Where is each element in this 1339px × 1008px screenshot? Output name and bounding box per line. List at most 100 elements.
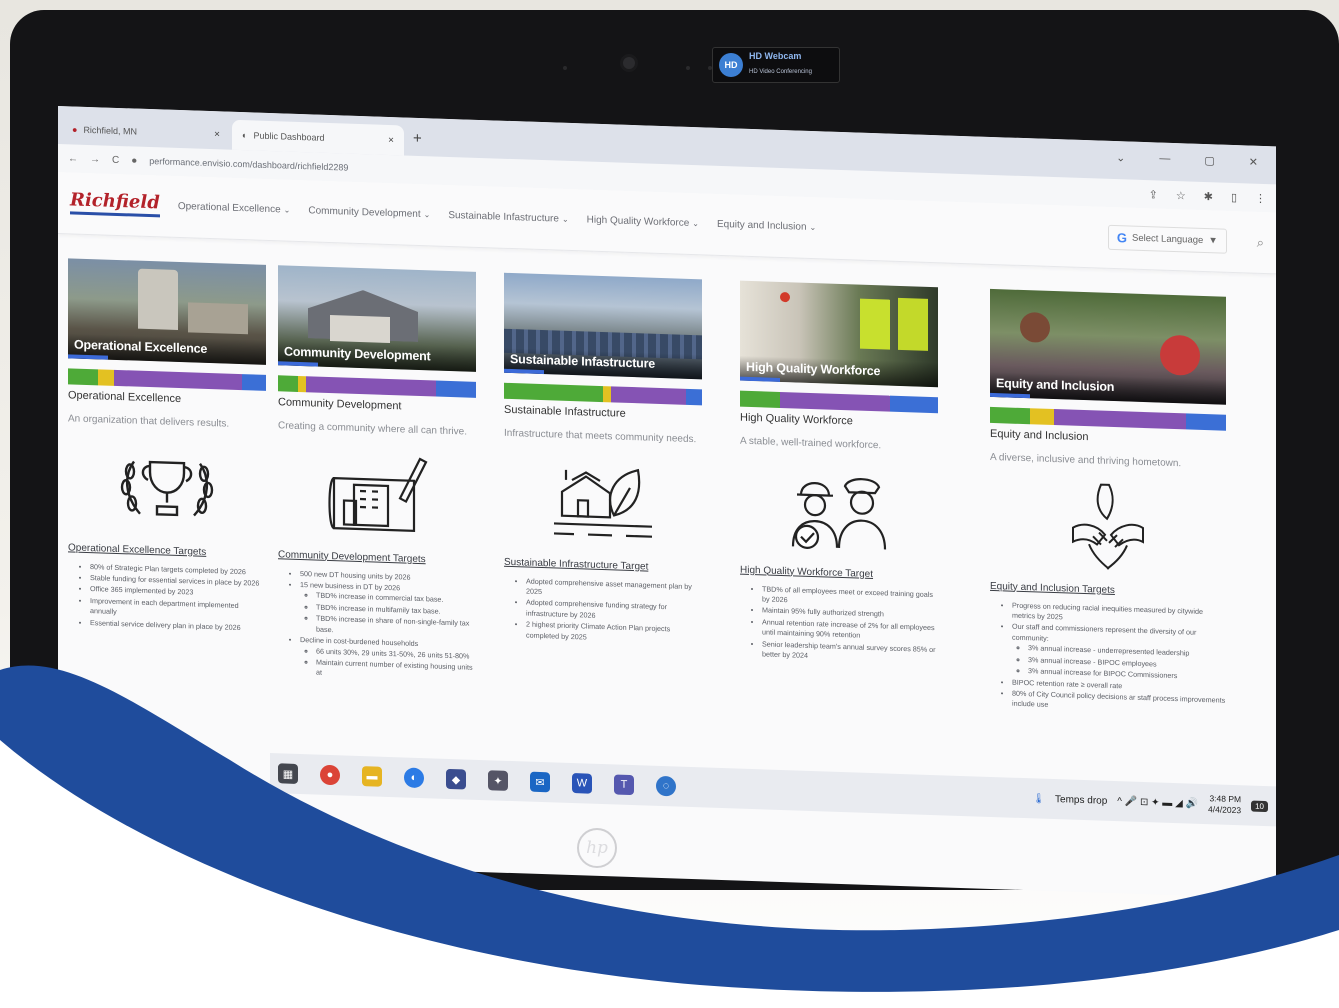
bar-segment-green <box>740 390 780 408</box>
nav-sustainable-infrastructure[interactable]: Sustainable Infastructure ⌄ <box>448 210 568 225</box>
card-photo[interactable]: Sustainable Infastructure <box>504 272 702 380</box>
new-tab-button[interactable]: + <box>413 130 422 147</box>
targets-list: 80% of Strategic Plan targets completed … <box>68 561 266 634</box>
file-explorer-icon[interactable]: ▬ <box>362 766 382 787</box>
task-view-icon[interactable]: ▦ <box>278 763 298 784</box>
chevron-down-icon: ⌄ <box>283 205 291 215</box>
tab-public-dashboard[interactable]: ◐ Public Dashboard × <box>232 119 404 156</box>
nav-community-development[interactable]: Community Development ⌄ <box>308 205 430 220</box>
share-icon[interactable]: ⇪ <box>1149 188 1158 201</box>
targets-heading[interactable]: High Quality Workforce Target <box>740 564 938 582</box>
progress-bar <box>68 368 266 391</box>
search-icon[interactable]: ⌕ <box>1257 234 1264 250</box>
minimize-button[interactable]: — <box>1159 153 1170 166</box>
photo-caption: Community Development <box>278 340 476 372</box>
system-tray[interactable]: ^ 🎤 ⊡ ✦ ▬ ◢ 🔊 <box>1117 796 1198 810</box>
card-sustainable-infrastructure[interactable]: Sustainable Infastructure Sustainable In… <box>504 272 702 648</box>
lock-icon: ● <box>131 154 138 167</box>
house-leaf-icon <box>554 468 652 538</box>
bar-segment-purple <box>305 376 437 397</box>
card-photo[interactable]: High Quality Workforce <box>740 280 938 388</box>
edge-icon[interactable]: ◐ <box>404 767 424 789</box>
card-title: High Quality Workforce <box>740 411 853 428</box>
caret-down-icon: ▼ <box>1208 235 1218 247</box>
menu-icon[interactable]: ⋮ <box>1255 191 1266 204</box>
app-icon[interactable]: ✦ <box>488 770 508 791</box>
target-item: Senior leadership team's annual survey s… <box>762 639 938 666</box>
progress-bar <box>990 406 1226 431</box>
store-icon[interactable]: ◆ <box>446 768 466 790</box>
bar-segment-yellow <box>1030 408 1054 426</box>
weather-text[interactable]: Temps drop <box>1055 794 1107 807</box>
bar-segment-green <box>990 406 1031 425</box>
card-description: An organization that delivers results. <box>68 413 230 430</box>
card-equity-inclusion[interactable]: Equity and Inclusion Equity and Inclusio… <box>990 288 1226 718</box>
bar-segment-yellow <box>603 386 611 403</box>
window-controls: ⌄ — ▢ ✕ <box>1116 151 1258 169</box>
bar-segment-green <box>68 368 98 386</box>
tab-close-icon[interactable]: × <box>388 134 394 145</box>
targets-heading[interactable]: Sustainable Infrastructure Target <box>504 556 702 574</box>
progress-bar <box>504 382 702 406</box>
nav-high-quality-workforce[interactable]: High Quality Workforce ⌄ <box>587 215 699 230</box>
google-icon: G <box>1116 230 1127 246</box>
clock-date: 4/4/2023 <box>1208 804 1242 816</box>
tab-close-icon[interactable]: × <box>214 129 220 140</box>
targets-heading[interactable]: Operational Excellence Targets <box>68 542 266 560</box>
card-title: Community Development <box>278 396 402 413</box>
chat-icon[interactable]: ◌ <box>656 775 676 797</box>
target-subitem: Maintain current number of existing hous… <box>316 658 476 684</box>
card-community-development[interactable]: Community Development Community Developm… <box>278 265 476 684</box>
card-description: Infrastructure that meets community need… <box>504 427 697 446</box>
target-item: Our staff and commissioners represent th… <box>1012 622 1226 683</box>
reload-button[interactable]: C <box>112 154 119 165</box>
url-field[interactable]: performance.envisio.com/dashboard/richfi… <box>149 156 348 173</box>
tab-search-button[interactable]: ⌄ <box>1116 151 1125 164</box>
targets-list: 500 new DT housing units by 202615 new b… <box>278 568 476 684</box>
tab-favicon-icon: ◐ <box>242 130 248 141</box>
teams-icon[interactable]: T <box>614 774 634 796</box>
language-label: Select Language <box>1132 232 1204 246</box>
thermometer-icon: 🌡 <box>1032 792 1046 805</box>
webcam-sticker: HD HD Webcam HD Video Conferencing <box>712 47 840 83</box>
richfield-logo[interactable]: Richfield <box>70 189 160 218</box>
bar-segment-purple <box>610 386 687 405</box>
nav-operational-excellence[interactable]: Operational Excellence ⌄ <box>178 201 291 216</box>
maximize-button[interactable]: ▢ <box>1204 154 1214 167</box>
back-button[interactable]: ← <box>68 153 78 164</box>
bar-segment-blue <box>890 395 938 414</box>
card-description: A stable, well-trained workforce. <box>740 435 882 452</box>
outlook-icon[interactable]: ✉ <box>530 771 550 793</box>
clock[interactable]: 3:48 PM 4/4/2023 <box>1208 793 1241 816</box>
workers-check-icon <box>791 478 887 550</box>
targets-heading[interactable]: Equity and Inclusion Targets <box>990 580 1226 599</box>
extensions-icon[interactable]: ✱ <box>1204 190 1213 203</box>
bookmark-star-icon[interactable]: ☆ <box>1176 189 1186 202</box>
bar-segment-blue <box>1185 413 1226 431</box>
card-high-quality-workforce[interactable]: High Quality Workforce High Quality Work… <box>740 280 938 667</box>
webex-icon[interactable]: W <box>572 773 592 794</box>
side-panel-icon[interactable]: ▯ <box>1231 190 1237 203</box>
card-photo[interactable]: Equity and Inclusion <box>990 288 1226 405</box>
target-item: Decline in cost-burdened households66 un… <box>300 635 476 684</box>
nav-equity-inclusion[interactable]: Equity and Inclusion ⌄ <box>717 219 816 233</box>
taskbar-search[interactable]: search <box>98 753 125 764</box>
bar-segment-blue <box>686 388 702 406</box>
photo-caption: Equity and Inclusion <box>990 371 1226 405</box>
close-window-button[interactable]: ✕ <box>1249 156 1258 169</box>
forward-button[interactable]: → <box>90 154 100 165</box>
notification-badge[interactable]: 10 <box>1251 800 1268 812</box>
targets-list: Progress on reducing racial inequities m… <box>990 599 1226 716</box>
laptop-screen: ● Richfield, MN × ◐ Public Dashboard × +… <box>58 106 1276 899</box>
language-select[interactable]: G Select Language ▼ <box>1107 224 1227 254</box>
card-title: Sustainable Infastructure <box>504 403 626 420</box>
tab-richfield[interactable]: ● Richfield, MN × <box>62 114 230 150</box>
card-operational-excellence[interactable]: Operational Excellence Operational Excel… <box>68 258 266 635</box>
progress-bar <box>740 390 938 414</box>
chrome-icon[interactable]: ● <box>320 764 340 786</box>
chevron-down-icon: ⌄ <box>423 210 431 220</box>
targets-heading[interactable]: Community Development Targets <box>278 549 476 567</box>
chevron-down-icon: ⌄ <box>692 219 699 229</box>
card-photo[interactable]: Community Development <box>278 265 476 372</box>
card-photo[interactable]: Operational Excellence <box>68 258 266 365</box>
